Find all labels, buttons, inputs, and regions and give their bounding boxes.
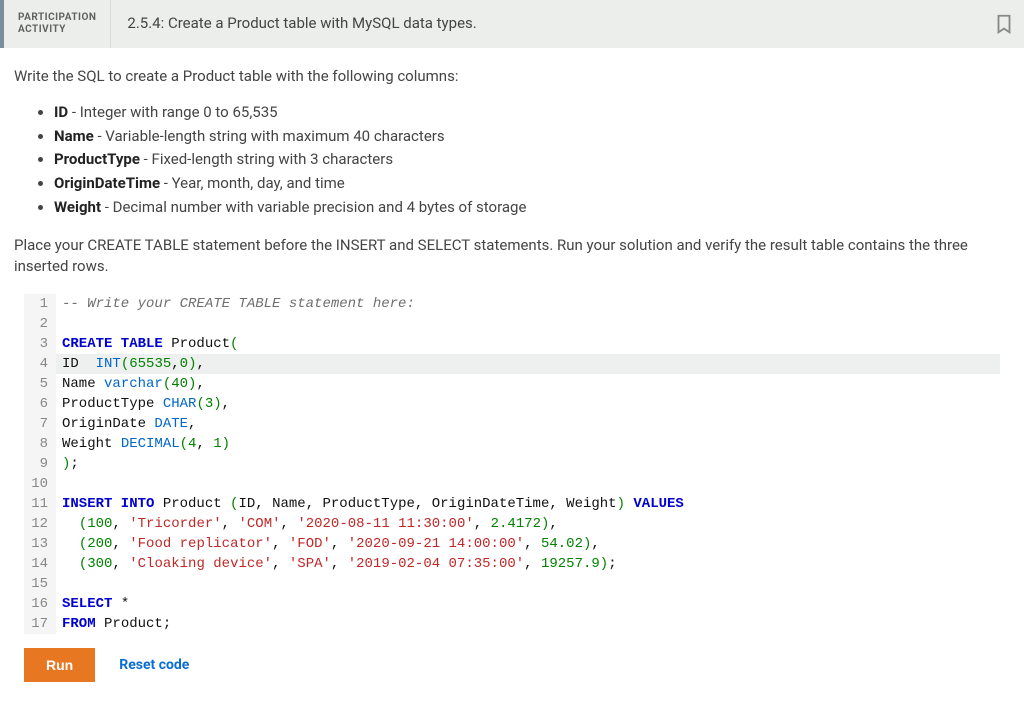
code-content[interactable]: FROM Product; [56, 614, 1000, 634]
code-content[interactable]: CREATE TABLE Product( [56, 334, 1000, 354]
column-desc: - Fixed-length string with 3 characters [140, 150, 393, 168]
code-line[interactable]: 3CREATE TABLE Product( [24, 334, 1000, 354]
code-line[interactable]: 13 (200, 'Food replicator', 'FOD', '2020… [24, 534, 1000, 554]
line-number: 7 [24, 414, 56, 434]
code-content[interactable]: ProductType CHAR(3), [56, 394, 1000, 414]
column-name: Weight [54, 198, 101, 216]
bookmark-icon [993, 13, 1015, 35]
activity-header: PARTICIPATION ACTIVITY 2.5.4: Create a P… [0, 0, 1024, 48]
list-item: Name - Variable-length string with maxim… [54, 126, 1010, 148]
code-line[interactable]: 6ProductType CHAR(3), [24, 394, 1000, 414]
list-item: ProductType - Fixed-length string with 3… [54, 149, 1010, 171]
activity-title: 2.5.4: Create a Product table with MySQL… [111, 0, 984, 48]
prompt-instructions: Place your CREATE TABLE statement before… [14, 235, 1010, 279]
code-content[interactable] [56, 474, 1000, 494]
line-number: 15 [24, 574, 56, 594]
line-number: 1 [24, 294, 56, 314]
code-content[interactable]: Weight DECIMAL(4, 1) [56, 434, 1000, 454]
code-line[interactable]: 8Weight DECIMAL(4, 1) [24, 434, 1000, 454]
list-item: OriginDateTime - Year, month, day, and t… [54, 173, 1010, 195]
column-desc: - Integer with range 0 to 65,535 [68, 103, 277, 121]
line-number: 2 [24, 314, 56, 334]
line-number: 8 [24, 434, 56, 454]
code-line[interactable]: 1-- Write your CREATE TABLE statement he… [24, 294, 1000, 314]
activity-body: Write the SQL to create a Product table … [0, 48, 1024, 702]
code-line[interactable]: 9); [24, 454, 1000, 474]
code-content[interactable]: (200, 'Food replicator', 'FOD', '2020-09… [56, 534, 1000, 554]
code-content[interactable]: OriginDate DATE, [56, 414, 1000, 434]
line-number: 10 [24, 474, 56, 494]
code-editor[interactable]: 1-- Write your CREATE TABLE statement he… [24, 294, 1000, 634]
editor-actions: Run Reset code [14, 644, 1010, 692]
line-number: 3 [24, 334, 56, 354]
line-number: 12 [24, 514, 56, 534]
code-line[interactable]: 12 (100, 'Tricorder', 'COM', '2020-08-11… [24, 514, 1000, 534]
column-name: ID [54, 103, 68, 121]
code-line[interactable]: 11INSERT INTO Product (ID, Name, Product… [24, 494, 1000, 514]
reset-code-link[interactable]: Reset code [119, 655, 189, 675]
line-number: 6 [24, 394, 56, 414]
column-desc: - Variable-length string with maximum 40… [94, 127, 445, 145]
line-number: 5 [24, 374, 56, 394]
code-line[interactable]: 17FROM Product; [24, 614, 1000, 634]
code-content[interactable] [56, 574, 1000, 594]
column-name: OriginDateTime [54, 174, 160, 192]
code-content[interactable]: Name varchar(40), [56, 374, 1000, 394]
code-content[interactable]: ID INT(65535,0), [56, 354, 1000, 374]
code-line[interactable]: 5Name varchar(40), [24, 374, 1000, 394]
code-line[interactable]: 16SELECT * [24, 594, 1000, 614]
code-content[interactable] [56, 314, 1000, 334]
bookmark-button[interactable] [984, 0, 1024, 48]
line-number: 13 [24, 534, 56, 554]
code-content[interactable]: SELECT * [56, 594, 1000, 614]
code-content[interactable]: (300, 'Cloaking device', 'SPA', '2019-02… [56, 554, 1000, 574]
list-item: ID - Integer with range 0 to 65,535 [54, 102, 1010, 124]
line-number: 16 [24, 594, 56, 614]
list-item: Weight - Decimal number with variable pr… [54, 197, 1010, 219]
column-name: ProductType [54, 150, 140, 168]
code-content[interactable]: -- Write your CREATE TABLE statement her… [56, 294, 1000, 314]
line-number: 11 [24, 494, 56, 514]
code-content[interactable]: (100, 'Tricorder', 'COM', '2020-08-11 11… [56, 514, 1000, 534]
column-desc: - Year, month, day, and time [160, 174, 345, 192]
line-number: 14 [24, 554, 56, 574]
code-line[interactable]: 10 [24, 474, 1000, 494]
column-desc: - Decimal number with variable precision… [101, 198, 526, 216]
code-line[interactable]: 15 [24, 574, 1000, 594]
code-content[interactable]: ); [56, 454, 1000, 474]
code-line[interactable]: 4ID INT(65535,0), [24, 354, 1000, 374]
line-number: 17 [24, 614, 56, 634]
code-content[interactable]: INSERT INTO Product (ID, Name, ProductTy… [56, 494, 1000, 514]
prompt-intro: Write the SQL to create a Product table … [14, 66, 1010, 88]
code-line[interactable]: 7OriginDate DATE, [24, 414, 1000, 434]
activity-tag-line2: ACTIVITY [18, 24, 96, 36]
code-line[interactable]: 14 (300, 'Cloaking device', 'SPA', '2019… [24, 554, 1000, 574]
activity-tag: PARTICIPATION ACTIVITY [4, 0, 111, 48]
column-requirements-list: ID - Integer with range 0 to 65,535 Name… [14, 102, 1010, 219]
line-number: 4 [24, 354, 56, 374]
code-line[interactable]: 2 [24, 314, 1000, 334]
line-number: 9 [24, 454, 56, 474]
column-name: Name [54, 127, 94, 145]
activity-tag-line1: PARTICIPATION [18, 12, 96, 24]
